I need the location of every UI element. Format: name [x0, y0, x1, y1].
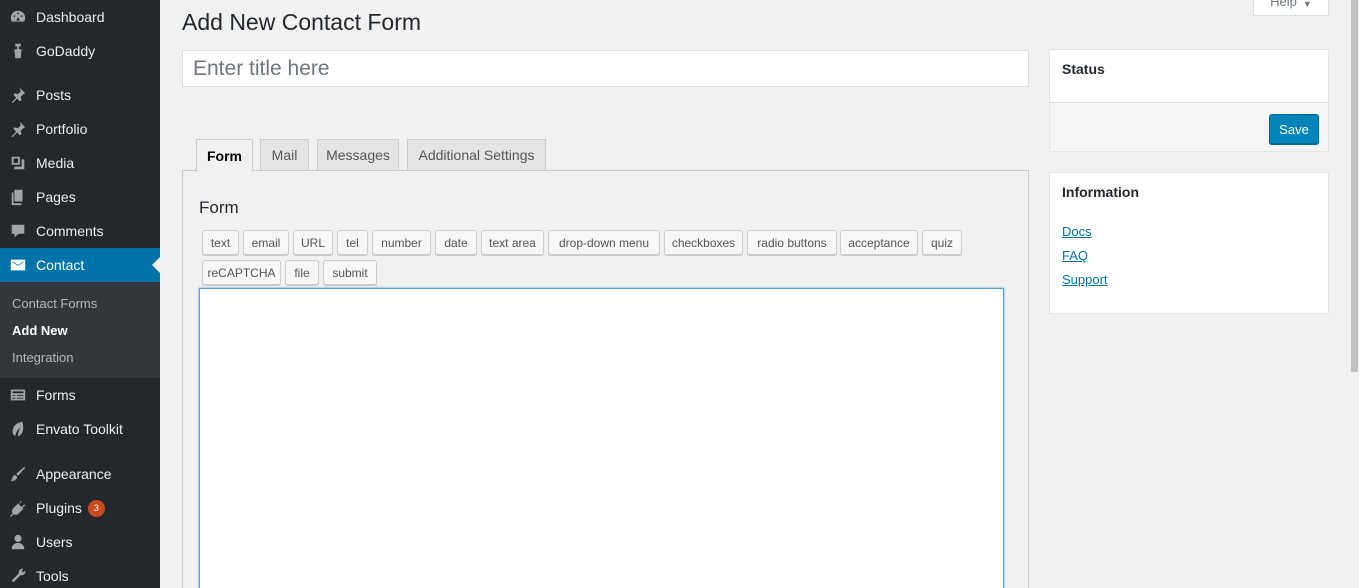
tag-button-quiz[interactable]: quiz [922, 230, 962, 255]
user-icon [0, 525, 36, 559]
sidebar-item-appearance[interactable]: Appearance [0, 457, 160, 491]
tab-messages[interactable]: Messages [317, 139, 399, 171]
help-label: Help [1270, 0, 1297, 9]
pin-icon [0, 78, 36, 112]
sidebar-item-comments[interactable]: Comments [0, 214, 160, 248]
sidebar-item-label: Tools [36, 568, 69, 584]
sidebar-item-label: Posts [36, 87, 72, 103]
dashboard-icon [0, 0, 36, 34]
tag-button-email[interactable]: email [243, 230, 289, 255]
sidebar-item-label: Appearance [36, 466, 112, 482]
forms-icon [0, 378, 36, 412]
tag-button-date[interactable]: date [435, 230, 477, 255]
help-tab-button[interactable]: Help ▼ [1253, 0, 1329, 16]
information-box-title: Information [1062, 184, 1139, 200]
sidebar-item-forms[interactable]: Forms [0, 378, 160, 412]
sidebar-item-dashboard[interactable]: Dashboard [0, 0, 160, 34]
caret-down-icon: ▼ [1302, 0, 1312, 9]
sidebar-item-plugins[interactable]: Plugins 3 [0, 491, 160, 525]
sidebar-item-portfolio[interactable]: Portfolio [0, 112, 160, 146]
sidebar-item-label: Media [36, 155, 75, 171]
information-box: Information Docs FAQ Support [1049, 172, 1329, 314]
tag-button-textarea[interactable]: text area [481, 230, 544, 255]
sidebar-item-label: Comments [36, 223, 104, 239]
tag-button-url[interactable]: URL [293, 230, 333, 255]
tag-button-tel[interactable]: tel [337, 230, 368, 255]
sidebar-item-label: Forms [36, 387, 76, 403]
tag-button-checkboxes[interactable]: checkboxes [664, 230, 743, 255]
plugin-icon [0, 491, 36, 525]
sidebar-item-label: Plugins [36, 500, 82, 516]
status-box: Status Save [1049, 49, 1329, 152]
sidebar-item-label: Users [36, 534, 73, 550]
submenu-contact-forms[interactable]: Contact Forms [12, 296, 97, 311]
submenu-integration[interactable]: Integration [12, 350, 73, 365]
tag-button-submit[interactable]: submit [323, 260, 377, 285]
sidebar-item-media[interactable]: Media [0, 146, 160, 180]
envelope-icon [0, 248, 36, 282]
comment-icon [0, 214, 36, 248]
sidebar-item-godaddy[interactable]: GoDaddy [0, 34, 160, 68]
tag-button-radio-buttons[interactable]: radio buttons [747, 230, 837, 255]
sidebar-item-pages[interactable]: Pages [0, 180, 160, 214]
support-link[interactable]: Support [1062, 272, 1108, 287]
leaf-icon [0, 412, 36, 446]
tag-button-acceptance[interactable]: acceptance [840, 230, 918, 255]
tag-button-recaptcha[interactable]: reCAPTCHA [202, 260, 281, 285]
sidebar-item-users[interactable]: Users [0, 525, 160, 559]
page-title: Add New Contact Form [182, 9, 422, 35]
sidebar-item-posts[interactable]: Posts [0, 78, 160, 112]
sidebar-item-contact[interactable]: Contact [0, 248, 160, 282]
admin-sidebar: Dashboard GoDaddy Posts Portfolio Media … [0, 0, 160, 588]
submenu-add-new[interactable]: Add New [12, 323, 68, 338]
docs-link[interactable]: Docs [1062, 224, 1092, 239]
tag-button-file[interactable]: file [285, 260, 319, 285]
sidebar-item-envato-toolkit[interactable]: Envato Toolkit [0, 412, 160, 446]
form-section-heading: Form [199, 198, 239, 217]
pin-icon [0, 112, 36, 146]
sidebar-item-label: Portfolio [36, 121, 88, 137]
sidebar-item-tools[interactable]: Tools [0, 559, 160, 588]
scrollbar-thumb[interactable] [1351, 0, 1358, 372]
tag-button-dropdown-menu[interactable]: drop-down menu [548, 230, 660, 255]
sidebar-item-label: Envato Toolkit [36, 421, 123, 437]
tab-mail[interactable]: Mail [260, 139, 309, 171]
media-icon [0, 146, 36, 180]
form-title-input[interactable] [182, 50, 1029, 87]
contact-submenu: Contact Forms Add New Integration [0, 282, 160, 378]
plugin-update-count-badge: 3 [87, 499, 105, 517]
tag-button-text[interactable]: text [202, 230, 239, 255]
tag-button-number[interactable]: number [372, 230, 431, 255]
form-template-textarea[interactable] [199, 288, 1004, 588]
sidebar-item-label: Dashboard [36, 9, 105, 25]
status-box-actions: Save [1050, 102, 1328, 151]
faq-link[interactable]: FAQ [1062, 248, 1088, 263]
brush-icon [0, 457, 36, 491]
sidebar-item-label: Contact [36, 257, 85, 273]
pages-icon [0, 180, 36, 214]
godaddy-icon [0, 34, 36, 68]
status-box-title: Status [1062, 61, 1105, 77]
wrench-icon [0, 559, 36, 588]
save-button[interactable]: Save [1269, 114, 1319, 144]
tab-form[interactable]: Form [196, 139, 253, 172]
tab-additional-settings[interactable]: Additional Settings [407, 139, 546, 171]
sidebar-item-label: GoDaddy [36, 43, 96, 59]
sidebar-item-label: Pages [36, 189, 76, 205]
